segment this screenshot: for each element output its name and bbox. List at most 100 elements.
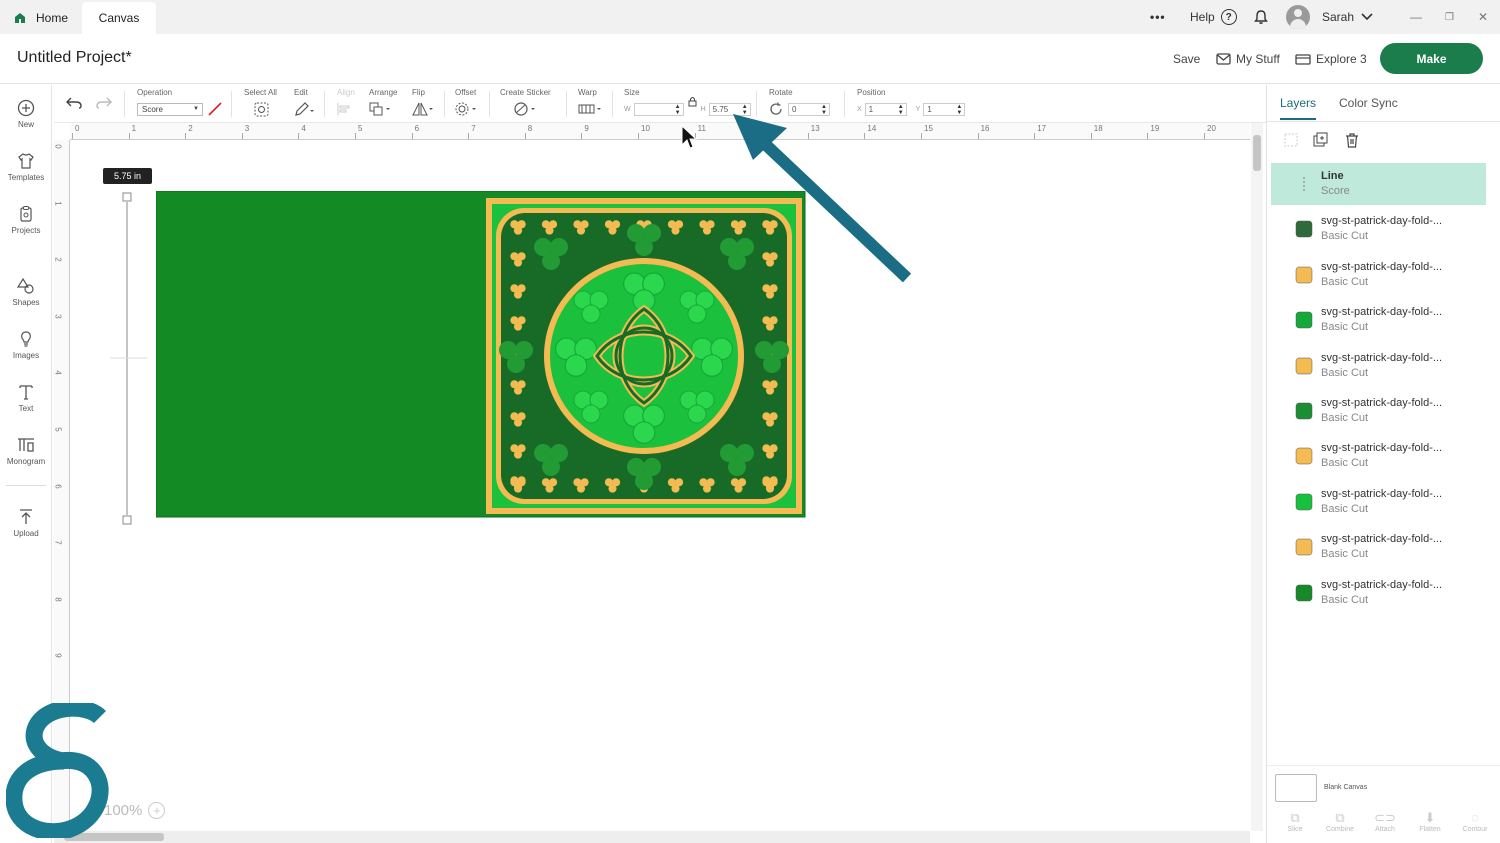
toolbar-divider [489,91,490,117]
action-combine-button[interactable]: ⧉ Combine [1317,810,1363,833]
layer-row[interactable]: svg-st-patrick-day-fold-... Basic Cut [1271,390,1486,432]
duplicate-icon[interactable] [1313,132,1329,148]
width-label: W [624,105,631,113]
offset-icon[interactable] [455,102,479,116]
layer-row[interactable]: svg-st-patrick-day-fold-... Basic Cut [1271,208,1486,250]
ruler-tick-label: 7 [471,124,476,133]
tab-canvas[interactable]: Canvas [82,2,156,34]
layer-row[interactable]: svg-st-patrick-day-fold-... Basic Cut [1271,435,1486,477]
tab-color-sync[interactable]: Color Sync [1339,96,1398,110]
layer-operation: Basic Cut [1321,366,1369,379]
vertical-scrollbar[interactable] [1251,123,1263,831]
action-label: Attach [1375,826,1395,833]
layer-operation: Basic Cut [1321,548,1369,561]
y-input[interactable]: 1 ▲ ▼ [923,102,966,116]
zoom-in-button[interactable]: + [148,802,166,819]
layer-row[interactable]: svg-st-patrick-day-fold-... Basic Cut [1271,526,1486,568]
ruler-tick-label: 16 [980,124,990,133]
project-title[interactable]: Untitled Project* [17,49,132,67]
save-button[interactable]: Save [1173,52,1200,66]
sticker-icon[interactable] [514,102,538,116]
horizontal-scrollbar[interactable] [54,831,1250,843]
toolbar-divider [324,91,325,117]
blank-canvas-swatch[interactable] [1275,774,1317,802]
panel-scrollbar[interactable] [1495,163,1500,763]
layer-thumbnail-icon [1295,221,1313,238]
undo-icon[interactable] [66,97,82,109]
user-menu[interactable]: Sarah [1286,0,1373,34]
tab-home[interactable]: Home [6,2,76,34]
warp-group: Warp [578,88,604,119]
flip-icon[interactable] [412,102,436,116]
ruler-tick-label: 5 [53,427,63,432]
width-input[interactable]: ▲ ▼ [633,102,684,116]
lock-icon[interactable] [688,96,697,107]
layer-row[interactable]: svg-st-patrick-day-fold-... Basic Cut [1271,299,1486,341]
trash-icon[interactable] [1344,132,1360,148]
restore-button[interactable]: ❐ [1445,0,1454,34]
layer-row[interactable]: svg-st-patrick-day-fold-... Basic Cut [1271,481,1486,523]
sidebar-item-label: Upload [13,529,39,538]
help-button[interactable]: Help ? [1190,0,1237,34]
sidebar-item-monogram[interactable]: Monogram [0,436,52,466]
offset-label: Offset [455,88,477,97]
size-tooltip: 5.75 in [103,168,152,184]
text-icon [19,385,33,400]
make-button[interactable]: Make [1380,43,1483,74]
action-flatten-button[interactable]: ⬇ Flatten [1407,810,1453,833]
vertical-scroll-thumb[interactable] [1253,135,1261,171]
layer-name: svg-st-patrick-day-fold-... [1321,351,1443,364]
sidebar-item-new[interactable]: New [0,99,52,129]
action-attach-button[interactable]: ⊂⊃ Attach [1362,810,1408,833]
layer-row[interactable]: svg-st-patrick-day-fold-... Basic Cut [1271,254,1486,296]
sidebar-item-templates[interactable]: Templates [0,152,52,182]
sidebar-item-upload[interactable]: Upload [0,508,52,538]
score-line[interactable] [110,190,150,530]
arrange-label: Arrange [369,88,398,97]
ruler-tick-label: 4 [301,124,306,133]
pencil-icon[interactable] [294,101,314,117]
layer-name: svg-st-patrick-day-fold-... [1321,306,1443,319]
layer-row[interactable]: Line Score [1271,163,1486,205]
warp-icon[interactable] [578,102,604,116]
select-all-icon[interactable] [254,102,269,117]
explore-button[interactable]: Explore 3 [1295,52,1367,66]
toolbar-divider [612,91,613,117]
home-icon [15,13,25,23]
layer-row[interactable]: svg-st-patrick-day-fold-... Basic Cut [1271,572,1486,614]
operation-value: Score [142,104,163,114]
my-stuff-button[interactable]: My Stuff [1216,52,1280,66]
close-button[interactable]: ✕ [1478,0,1488,34]
stepper-icon[interactable]: ▲ ▼ [956,104,962,116]
no-color-swatch-icon[interactable] [208,102,222,116]
ruler-tick [1204,133,1205,139]
group-icon[interactable] [1283,132,1299,148]
redo-icon[interactable] [96,97,112,109]
bell-icon[interactable] [1253,0,1269,34]
align-icon[interactable] [337,102,357,116]
sidebar-item-projects[interactable]: Projects [0,205,52,235]
stepper-icon[interactable]: ▲ ▼ [675,104,681,116]
rotate-label: Rotate [769,88,793,97]
sidebar-item-text[interactable]: Text [0,383,52,413]
operation-select[interactable]: Score ▼ [137,102,203,116]
ruler-tick [581,133,583,139]
minimize-button[interactable]: — [1410,0,1422,34]
toolbar-divider [566,91,567,117]
layer-name: svg-st-patrick-day-fold-... [1321,578,1443,591]
more-menu-button[interactable]: ••• [1150,0,1166,34]
action-label: Combine [1325,826,1354,833]
action-slice-button[interactable]: ⧉ Slice [1272,810,1318,833]
card-artwork[interactable] [156,191,806,518]
tab-layers[interactable]: Layers [1280,96,1317,120]
machine-icon [1295,53,1311,65]
sidebar-item-images[interactable]: Images [0,330,52,360]
sidebar-item-shapes[interactable]: Shapes [0,277,52,307]
action-contour-button[interactable]: ◌ Contour [1452,810,1498,833]
ruler-tick-label: 18 [1093,124,1103,133]
layer-name: svg-st-patrick-day-fold-... [1321,487,1443,500]
layers-panel: Layers Color Sync Line Score svg-st-patric… [1266,85,1500,843]
arrange-icon[interactable] [369,102,393,116]
ruler-tick [921,133,922,139]
layer-row[interactable]: svg-st-patrick-day-fold-... Basic Cut [1271,345,1486,387]
